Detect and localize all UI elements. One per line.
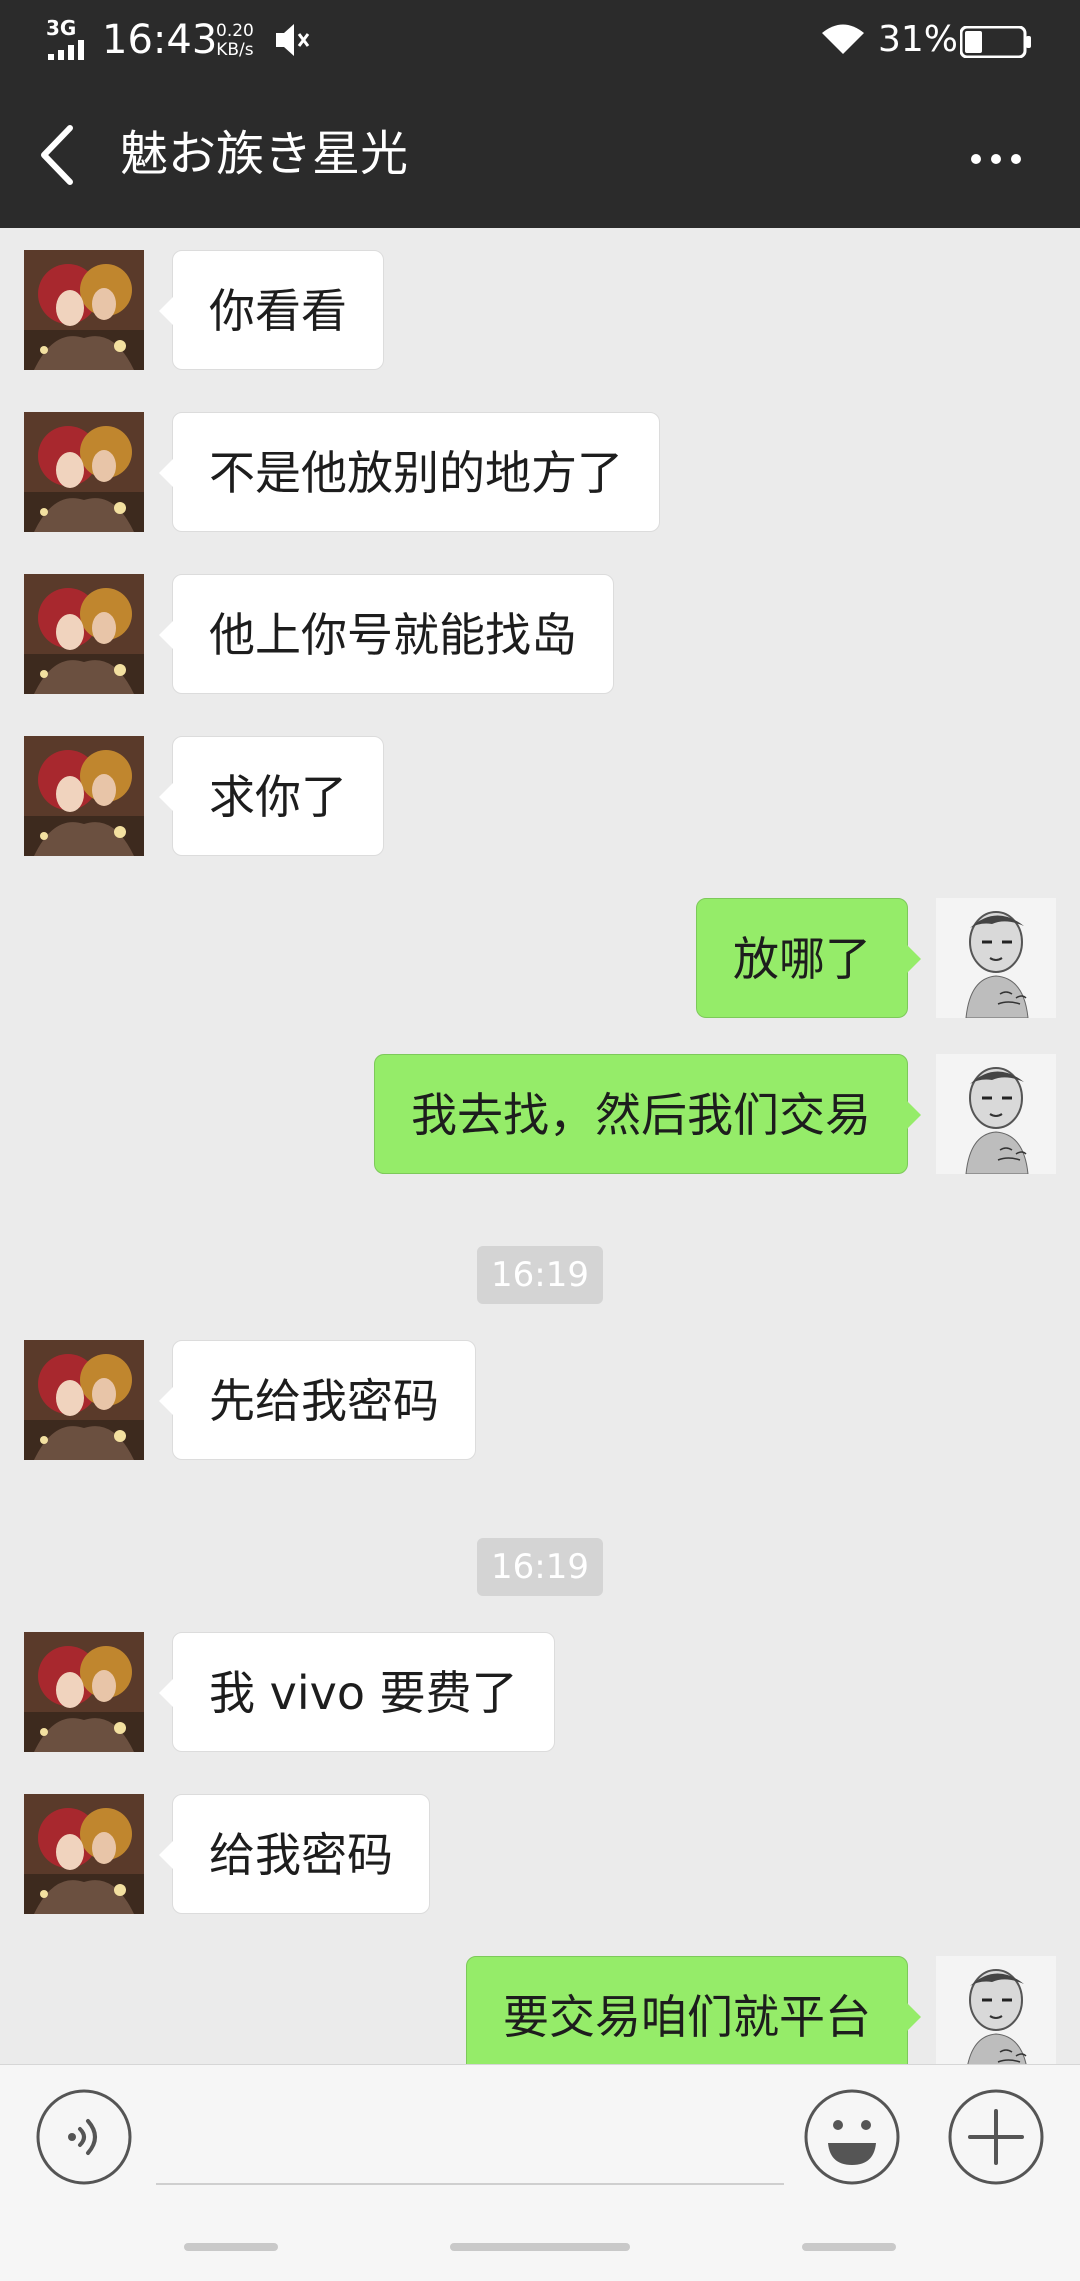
message-incoming: 不是他放别的地方了: [0, 412, 1080, 532]
my-avatar[interactable]: [936, 1956, 1056, 2064]
network-speed-value: 0.20: [216, 21, 254, 41]
message-bubble[interactable]: 我 vivo 要费了: [159, 1632, 555, 1752]
contact-avatar[interactable]: [24, 1632, 144, 1752]
message-outgoing: 放哪了: [0, 898, 1080, 1018]
emoji-button[interactable]: [804, 2089, 900, 2185]
message-incoming: 求你了: [0, 736, 1080, 856]
message-input[interactable]: [156, 2093, 784, 2185]
message-bubble[interactable]: 不是他放别的地方了: [159, 412, 660, 532]
message-incoming: 我 vivo 要费了: [0, 1632, 1080, 1752]
emoji-icon: [804, 2089, 900, 2185]
timestamp: 16:19: [477, 1538, 603, 1596]
mute-icon: [276, 24, 310, 56]
message-bubble[interactable]: 先给我密码: [159, 1340, 476, 1460]
my-avatar[interactable]: [936, 1054, 1056, 1174]
message-incoming: 他上你号就能找岛: [0, 574, 1080, 694]
chat-messages[interactable]: 你看看 不是他放别的地方了 他上你号就能找岛 求你了 放哪了 我去找，然后我们交…: [0, 228, 1080, 2064]
network-type: 3G: [46, 16, 77, 40]
nav-menu-gesture[interactable]: [184, 2243, 278, 2251]
network-indicator: 3G: [46, 16, 92, 60]
contact-avatar[interactable]: [24, 574, 144, 694]
battery-percent: 31%: [878, 19, 959, 60]
message-bubble[interactable]: 放哪了: [696, 898, 921, 1018]
message-bubble[interactable]: 给我密码: [159, 1794, 430, 1914]
plus-button[interactable]: [948, 2089, 1044, 2185]
message-incoming: 给我密码: [0, 1794, 1080, 1914]
message-outgoing: 要交易咱们就平台: [0, 1956, 1080, 2064]
contact-avatar[interactable]: [24, 1340, 144, 1460]
message-incoming: 先给我密码: [0, 1340, 1080, 1460]
chevron-left-icon: [41, 125, 73, 185]
clock: 16:43: [102, 17, 218, 63]
message-incoming: 你看看: [0, 250, 1080, 370]
message-bubble[interactable]: 我去找，然后我们交易: [374, 1054, 921, 1174]
my-avatar[interactable]: [936, 898, 1056, 1018]
contact-avatar[interactable]: [24, 412, 144, 532]
timestamp: 16:19: [477, 1246, 603, 1304]
voice-button[interactable]: [36, 2089, 132, 2185]
input-bar: [0, 2064, 1080, 2281]
back-button[interactable]: [34, 120, 82, 190]
message-bubble[interactable]: 求你了: [159, 736, 384, 856]
more-dots-icon: [971, 154, 1021, 164]
message-bubble[interactable]: 他上你号就能找岛: [159, 574, 614, 694]
message-outgoing: 我去找，然后我们交易: [0, 1054, 1080, 1174]
nav-back-gesture[interactable]: [802, 2243, 896, 2251]
signal-icon: [48, 40, 84, 60]
wifi-icon: [822, 24, 864, 54]
status-bar: 3G 16:43 0.20 KB/s 31%: [0, 0, 1080, 80]
battery-icon: [960, 26, 1031, 58]
message-bubble[interactable]: 你看看: [159, 250, 384, 370]
chat-header: 魅お族き星光: [0, 80, 1080, 228]
message-bubble[interactable]: 要交易咱们就平台: [466, 1956, 921, 2064]
voice-icon: [36, 2089, 132, 2185]
network-speed: 0.20 KB/s: [216, 22, 254, 60]
contact-avatar[interactable]: [24, 1794, 144, 1914]
plus-icon: [948, 2089, 1044, 2185]
contact-avatar[interactable]: [24, 250, 144, 370]
chat-title: 魅お族き星光: [120, 126, 409, 182]
more-button[interactable]: [960, 124, 1040, 194]
contact-avatar[interactable]: [24, 736, 144, 856]
network-speed-unit: KB/s: [216, 40, 254, 60]
nav-home-gesture[interactable]: [450, 2243, 630, 2251]
